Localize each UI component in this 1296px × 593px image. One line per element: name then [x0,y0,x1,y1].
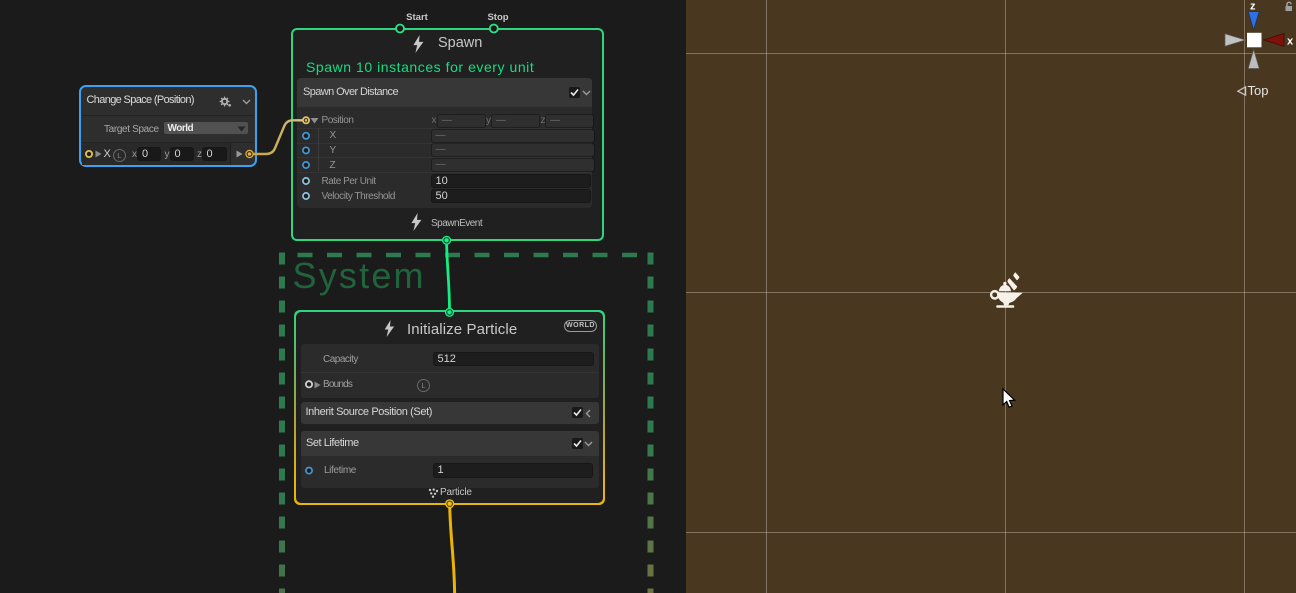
svg-text:Top: Top [1248,83,1269,98]
svg-text:x: x [1287,36,1294,48]
svg-text:z: z [1250,1,1256,13]
